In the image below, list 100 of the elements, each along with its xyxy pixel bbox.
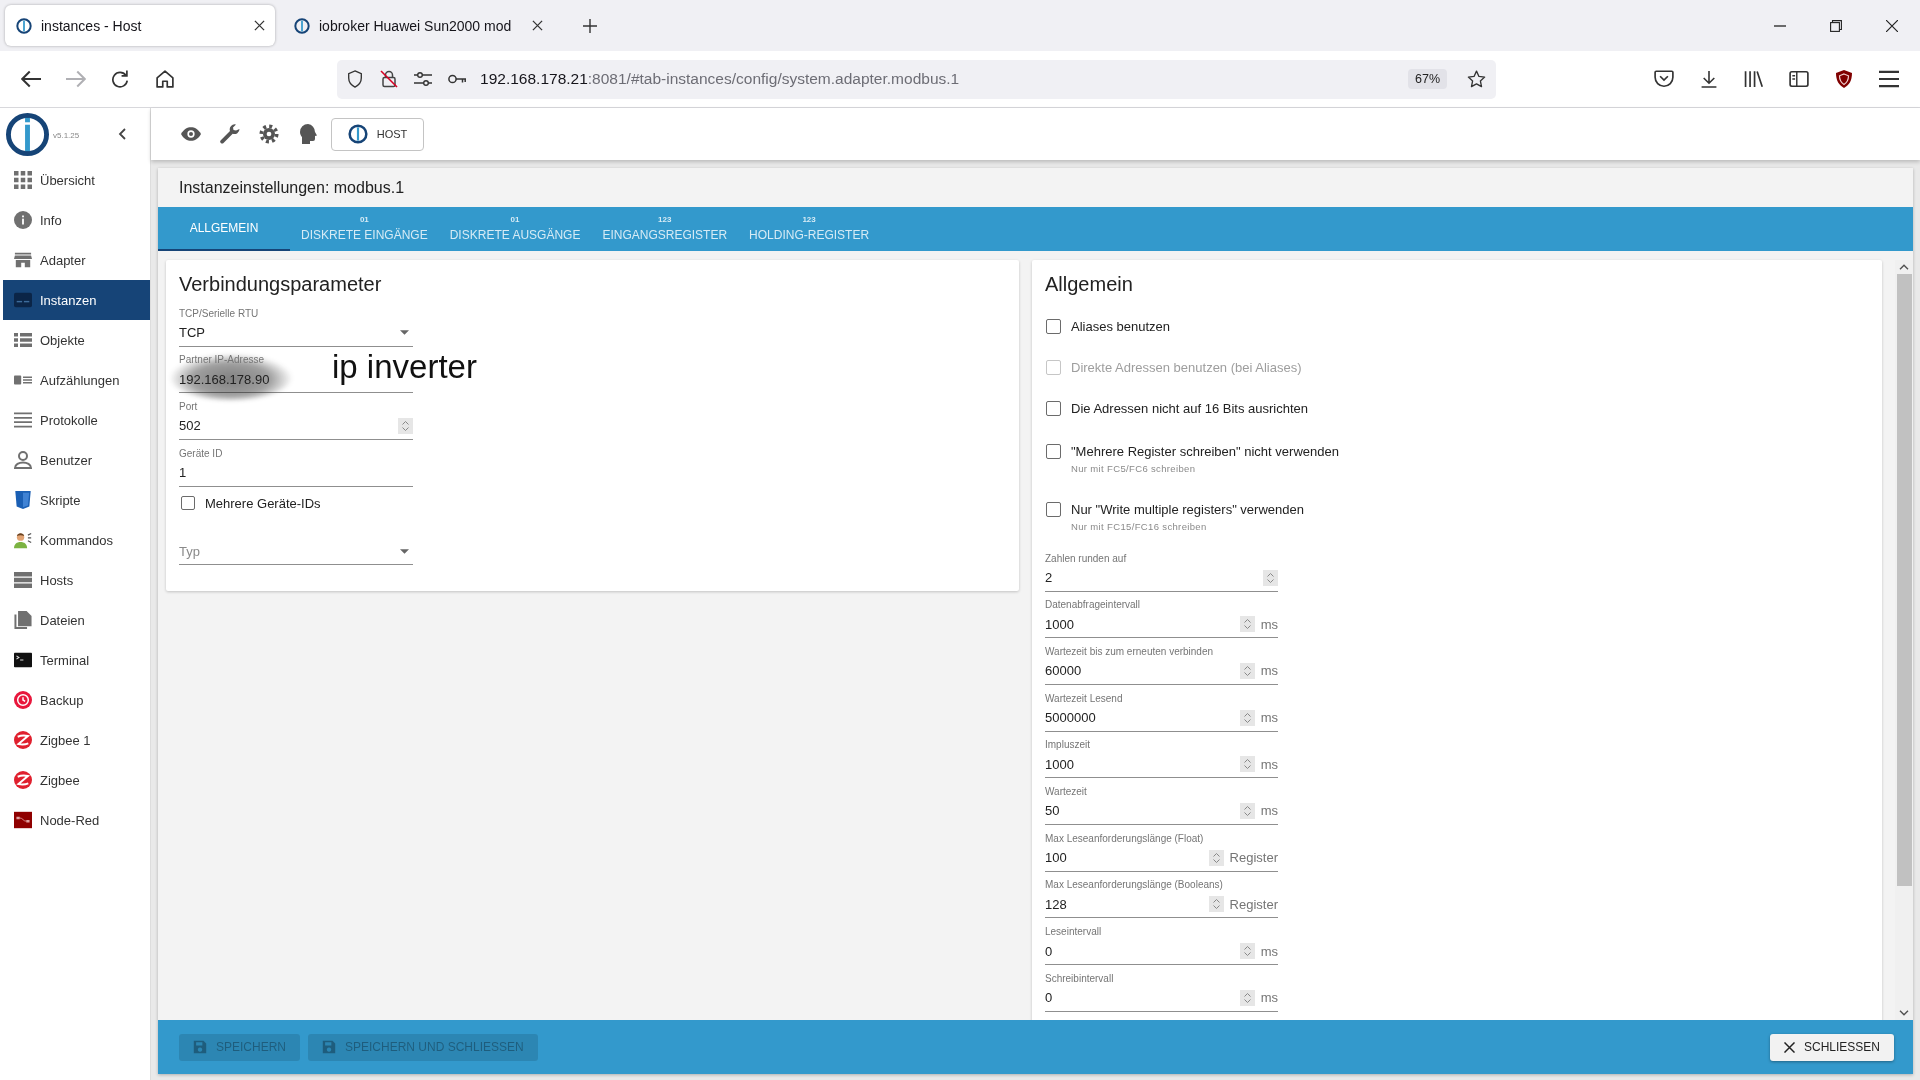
updown-arrows-icon[interactable] — [1239, 756, 1255, 773]
terminal-icon — [14, 651, 32, 669]
eye-icon[interactable] — [181, 124, 201, 144]
input-field[interactable]: 128 Register — [1045, 891, 1278, 919]
badge-shield-icon[interactable] — [1834, 70, 1854, 88]
updown-arrows-icon[interactable] — [398, 417, 413, 434]
sidebar-item[interactable]: Benutzer — [3, 440, 150, 480]
section-heading: Verbindungsparameter — [179, 273, 382, 295]
sidebar-item[interactable]: Hosts — [3, 560, 150, 600]
input-field[interactable]: 1000 ms — [1045, 611, 1278, 639]
version-text: v5.1.25 — [53, 130, 80, 140]
checkbox[interactable] — [1046, 501, 1061, 517]
updown-arrows-icon[interactable] — [1208, 896, 1224, 913]
sidebar-item[interactable]: Dateien — [3, 600, 150, 640]
books-icon[interactable] — [1744, 70, 1764, 88]
plus-icon[interactable] — [583, 18, 597, 33]
checkbox[interactable] — [181, 496, 195, 511]
panel-icon — [14, 291, 32, 309]
updown-arrows-icon[interactable] — [1239, 802, 1255, 819]
field-label: Datenabfrageintervall — [1045, 599, 1141, 611]
minimize-icon[interactable] — [1774, 24, 1786, 27]
server-icon — [14, 571, 32, 589]
sidebar-item[interactable]: Backup — [3, 680, 150, 720]
browser-tab[interactable]: iobroker Huawei Sun2000 mod — [283, 5, 553, 46]
input-field[interactable]: 502 — [179, 412, 413, 440]
input-field[interactable]: 60000 ms — [1045, 657, 1278, 685]
sidebar-item[interactable]: Node-Red — [3, 800, 150, 840]
close-button[interactable]: SCHLIESSEN — [1769, 1033, 1894, 1061]
download-icon[interactable] — [1699, 70, 1719, 88]
restore-icon[interactable] — [1830, 19, 1842, 32]
sidebar-item[interactable]: Zigbee 1 — [3, 720, 150, 760]
shield-icon[interactable] — [346, 70, 365, 88]
close-icon[interactable] — [1886, 19, 1898, 32]
browser-tab[interactable]: instances - Host — [5, 5, 275, 46]
sidebar-item[interactable]: Adapter — [3, 240, 150, 280]
caret-up-icon[interactable] — [1899, 264, 1909, 270]
updown-arrows-icon[interactable] — [1263, 569, 1278, 586]
input-field[interactable]: 2 — [1045, 564, 1278, 592]
input-field[interactable]: 1 — [179, 459, 413, 487]
person-icon — [14, 451, 32, 469]
close-icon[interactable] — [532, 20, 543, 31]
sidebar-item[interactable]: Übersicht — [3, 160, 150, 200]
dropdown-field[interactable]: TCP — [179, 319, 413, 347]
field-label: Wartezeit — [1045, 785, 1087, 797]
home-icon[interactable] — [155, 70, 176, 88]
host-button[interactable]: HOST — [331, 117, 424, 151]
sidebar-item[interactable]: Zigbee — [3, 760, 150, 800]
sidebar-item[interactable]: Terminal — [3, 640, 150, 680]
scrollbar-thumb[interactable] — [1896, 274, 1912, 886]
address-bar[interactable]: 192.168.178.21:8081/#tab-instances/config/system.adapter.modbus.1 67% — [337, 59, 1497, 99]
unit-label: Register — [1229, 896, 1278, 912]
zoom-level-button[interactable]: 67% — [1408, 69, 1448, 89]
sidebar-item[interactable]: Skripte — [3, 480, 150, 520]
updown-arrows-icon[interactable] — [1239, 989, 1255, 1006]
caret-down-icon[interactable] — [1899, 1010, 1909, 1016]
crossed-lock-icon[interactable] — [380, 70, 399, 88]
star-icon[interactable] — [1467, 70, 1487, 88]
caret-down-icon — [400, 548, 409, 554]
menu-icon[interactable] — [1879, 70, 1899, 88]
checkbox[interactable] — [1046, 318, 1061, 334]
ring-logo-icon[interactable] — [6, 112, 49, 156]
unit-label: ms — [1260, 710, 1278, 726]
chevron-left-icon[interactable] — [118, 128, 126, 140]
url-text: 192.168.178.21:8081/#tab-instances/config/system.adapter.modbus.1 — [480, 70, 960, 88]
input-field[interactable]: 0 ms — [1045, 984, 1278, 1012]
input-field[interactable]: 1000 ms — [1045, 751, 1278, 779]
wrench-icon[interactable] — [220, 124, 240, 144]
updown-arrows-icon[interactable] — [1239, 662, 1255, 679]
gear-icon[interactable] — [259, 124, 279, 144]
sidebar-item[interactable]: Objekte — [3, 320, 150, 360]
reload-icon[interactable] — [110, 70, 131, 88]
updown-arrows-icon[interactable] — [1239, 943, 1255, 959]
pocket-icon[interactable] — [1654, 70, 1674, 88]
updown-arrows-icon[interactable] — [1208, 849, 1224, 866]
sidebar-item[interactable]: Protokolle — [3, 400, 150, 440]
unit-label: Register — [1229, 850, 1278, 866]
input-field[interactable]: 50 ms — [1045, 797, 1278, 825]
hint-text: Nur mit FC15/FC16 schreiben — [1071, 521, 1207, 532]
clock-icon — [14, 691, 32, 709]
updown-arrows-icon[interactable] — [1239, 616, 1255, 633]
input-field[interactable]: 100 Register — [1045, 844, 1278, 872]
scrollbar[interactable] — [1895, 260, 1913, 1020]
updown-arrows-icon[interactable] — [1239, 709, 1255, 726]
sidebar-item[interactable]: Info — [3, 200, 150, 240]
sidebar-icon[interactable] — [1789, 70, 1809, 88]
head-icon[interactable] — [298, 124, 318, 144]
dropdown-field[interactable]: Typ — [179, 538, 413, 566]
unit-label: ms — [1260, 990, 1278, 1006]
input-field[interactable]: 5000000 ms — [1045, 704, 1278, 732]
checkbox[interactable] — [1046, 400, 1061, 416]
sidebar-item[interactable]: Instanzen — [3, 280, 150, 320]
sidebar-item[interactable]: Aufzählungen — [3, 360, 150, 400]
sliders-icon[interactable] — [414, 70, 433, 88]
field-label: Geräte ID — [179, 447, 223, 459]
close-icon[interactable] — [254, 20, 265, 31]
input-field[interactable]: 0 ms — [1045, 938, 1278, 965]
sidebar-item[interactable]: Kommandos — [3, 520, 150, 560]
back-arrow-icon[interactable] — [21, 70, 41, 88]
checkbox[interactable] — [1046, 443, 1061, 459]
field-label: Leseintervall — [1045, 926, 1102, 937]
